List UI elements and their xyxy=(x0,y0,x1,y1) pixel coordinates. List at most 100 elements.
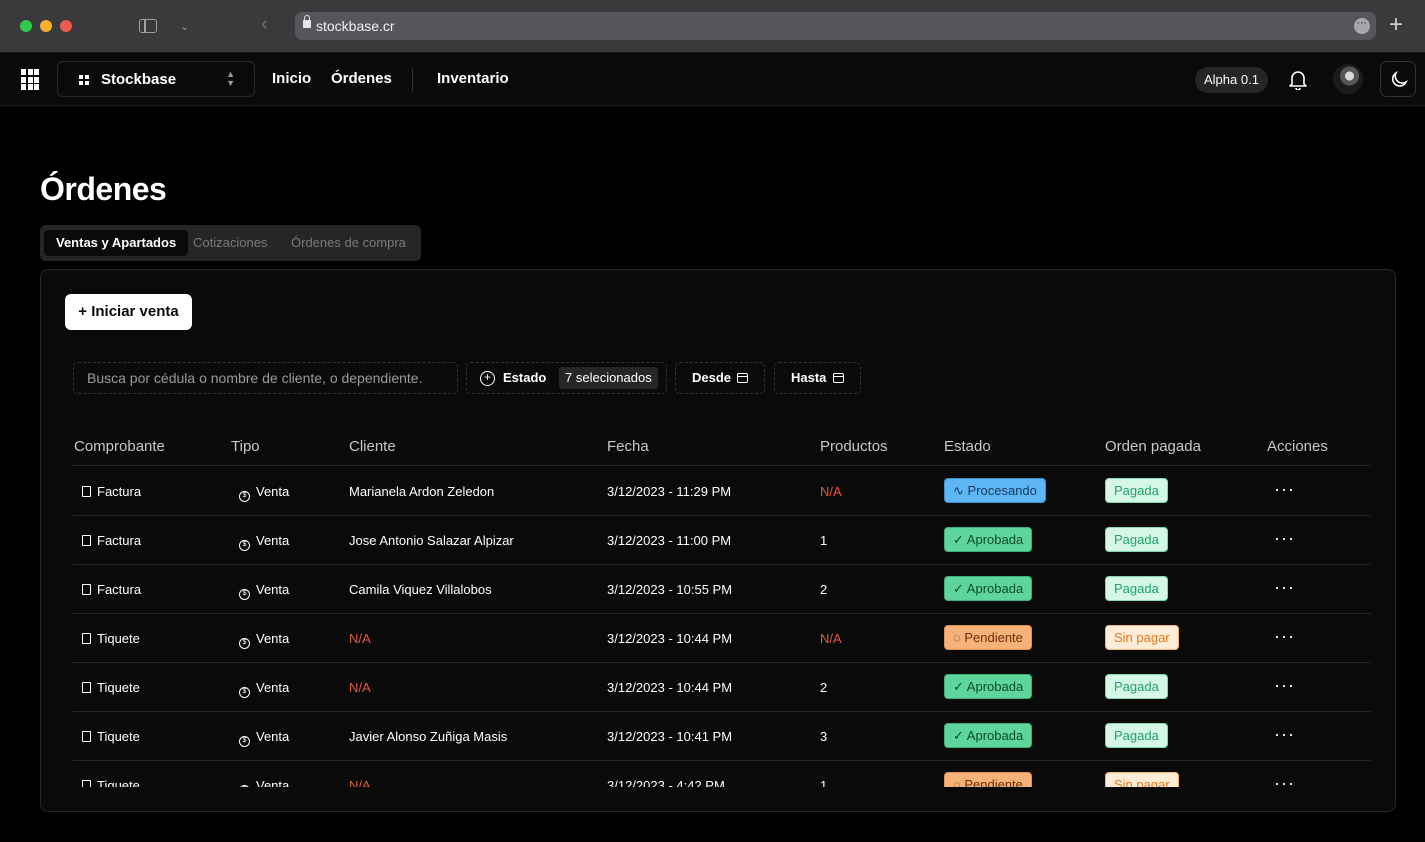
fecha-cell: 3/12/2023 - 10:55 PM xyxy=(607,582,733,597)
comprobante-cell: Tiquete xyxy=(82,680,140,695)
payment-badge: Sin pagar xyxy=(1105,625,1179,650)
estado-text: Aprobada xyxy=(966,728,1024,743)
payment-badge: Sin pagar xyxy=(1105,772,1179,787)
cliente-cell: Jose Antonio Salazar Alpizar xyxy=(349,533,514,548)
nav-link-inicio[interactable]: Inicio xyxy=(272,70,311,87)
workspace-switcher[interactable]: Stockbase ▲ ▼ xyxy=(57,61,255,97)
version-badge: Alpha 0.1 xyxy=(1195,67,1268,93)
productos-cell: 2 xyxy=(820,582,828,597)
moon-icon xyxy=(1391,70,1408,87)
fecha-cell: 3/12/2023 - 10:44 PM xyxy=(607,680,733,695)
row-actions-icon[interactable]: ··· xyxy=(1274,725,1295,743)
bell-icon[interactable] xyxy=(1289,70,1307,90)
more-options-icon[interactable]: ··· xyxy=(1354,18,1370,34)
row-actions-icon[interactable]: ··· xyxy=(1274,480,1295,498)
estado-badge: ∿ Procesando xyxy=(944,478,1046,503)
back-arrow-icon[interactable]: ‹ xyxy=(261,14,268,34)
tipo-text: Venta xyxy=(256,729,290,744)
document-icon xyxy=(82,731,91,742)
table-row[interactable]: Factura $ Venta Jose Antonio Salazar Alpiza… xyxy=(73,516,1371,565)
new-tab-icon[interactable]: + xyxy=(1389,12,1403,38)
estado-badge: ◌ Pendiente xyxy=(944,625,1032,650)
estado-text: Aprobada xyxy=(966,581,1024,596)
tab-ordenes-compra[interactable]: Órdenes de compra xyxy=(279,230,418,256)
start-sale-button[interactable]: + Iniciar venta xyxy=(65,294,192,330)
estado-text: Procesando xyxy=(967,483,1037,498)
col-acciones[interactable]: Acciones xyxy=(1267,438,1328,455)
document-icon xyxy=(82,486,91,497)
window-close-button[interactable] xyxy=(20,20,32,32)
hasta-filter[interactable]: Hasta xyxy=(774,362,861,394)
fecha-cell: 3/12/2023 - 11:00 PM xyxy=(607,533,732,548)
payment-badge: Pagada xyxy=(1105,478,1168,503)
estado-badge: ✓ Aprobada xyxy=(944,674,1033,699)
nav-link-inventario[interactable]: Inventario xyxy=(437,70,509,87)
theme-toggle-button[interactable] xyxy=(1380,61,1416,97)
fecha-cell: 3/12/2023 - 4:42 PM xyxy=(607,778,725,787)
col-productos[interactable]: Productos xyxy=(820,438,888,455)
order-tabs: Ventas y Apartados Cotizaciones Órdenes … xyxy=(40,225,421,261)
row-actions-icon[interactable]: ··· xyxy=(1274,676,1295,694)
table-row[interactable]: Tiquete $ Venta N/A 3/12/2023 - 10:44 PM N/A ◌… xyxy=(73,614,1371,663)
user-avatar[interactable] xyxy=(1333,64,1363,94)
tipo-cell: $ Venta xyxy=(239,484,289,502)
comprobante-text: Tiquete xyxy=(97,680,140,695)
cliente-cell: N/A xyxy=(349,680,371,695)
coin-icon: $ xyxy=(239,736,250,747)
comprobante-text: Tiquete xyxy=(97,729,140,744)
table-row[interactable]: Tiquete $ Venta Javier Alonso Zuñiga Masis 3… xyxy=(73,712,1371,761)
table-header: Comprobante Tipo Cliente Fecha Productos… xyxy=(73,426,1371,466)
estado-text: Pendiente xyxy=(964,777,1023,787)
col-orden-pagada[interactable]: Orden pagada xyxy=(1105,438,1201,455)
table-row[interactable]: Factura $ Venta Marianela Ardon Zeledon 3/12… xyxy=(73,467,1371,516)
comprobante-cell: Factura xyxy=(82,582,141,597)
tipo-text: Venta xyxy=(256,582,290,597)
table-row[interactable]: Tiquete $ Venta N/A 3/12/2023 - 10:44 PM 2 ✓ A… xyxy=(73,663,1371,712)
col-estado[interactable]: Estado xyxy=(944,438,991,455)
window-zoom-button[interactable] xyxy=(60,20,72,32)
table-row[interactable]: Tiquete $ Venta N/A 3/12/2023 - 4:42 PM 1 ◌ Pe… xyxy=(73,761,1371,787)
browser-toolbar: ⌄ ‹ stockbase.cr ··· + xyxy=(0,0,1425,53)
lock-icon xyxy=(303,15,311,28)
fecha-cell: 3/12/2023 - 11:29 PM xyxy=(607,484,732,499)
window-minimize-button[interactable] xyxy=(40,20,52,32)
col-tipo[interactable]: Tipo xyxy=(231,438,260,455)
col-fecha[interactable]: Fecha xyxy=(607,438,649,455)
table-row[interactable]: Factura $ Venta Camila Viquez Villalobos 3/1… xyxy=(73,565,1371,614)
comprobante-cell: Tiquete xyxy=(82,778,140,787)
workspace-icon xyxy=(79,75,89,85)
desde-filter[interactable]: Desde xyxy=(675,362,765,394)
estado-filter[interactable]: + Estado 7 selecionados xyxy=(466,362,667,394)
nav-link-ordenes[interactable]: Órdenes xyxy=(331,70,392,87)
status-icon: ✓ xyxy=(953,581,967,596)
tab-ventas-apartados[interactable]: Ventas y Apartados xyxy=(44,230,189,256)
estado-badge: ✓ Aprobada xyxy=(944,576,1033,601)
tipo-cell: $ Venta xyxy=(239,631,289,649)
estado-text: Aprobada xyxy=(966,532,1024,547)
cliente-cell: Camila Viquez Villalobos xyxy=(349,582,492,597)
comprobante-text: Tiquete xyxy=(97,778,140,787)
tab-cotizaciones[interactable]: Cotizaciones xyxy=(181,230,279,256)
row-actions-icon[interactable]: ··· xyxy=(1274,529,1295,547)
col-cliente[interactable]: Cliente xyxy=(349,438,396,455)
status-icon: ✓ xyxy=(953,679,967,694)
tipo-text: Venta xyxy=(256,680,290,695)
coin-icon: $ xyxy=(239,785,250,787)
chevron-down-icon[interactable]: ⌄ xyxy=(180,17,189,37)
productos-cell: 2 xyxy=(820,680,828,695)
productos-cell: 3 xyxy=(820,729,828,744)
document-icon xyxy=(82,535,91,546)
col-comprobante[interactable]: Comprobante xyxy=(74,438,165,455)
address-bar[interactable]: stockbase.cr ··· xyxy=(295,12,1376,40)
payment-badge: Pagada xyxy=(1105,723,1168,748)
row-actions-icon[interactable]: ··· xyxy=(1274,774,1295,787)
search-input[interactable]: Busca por cédula o nombre de cliente, o … xyxy=(73,362,458,394)
tipo-text: Venta xyxy=(256,631,290,646)
calendar-icon xyxy=(833,373,844,383)
apps-grid-icon[interactable] xyxy=(21,69,39,90)
sidebar-toggle-icon[interactable] xyxy=(139,19,157,33)
row-actions-icon[interactable]: ··· xyxy=(1274,578,1295,596)
row-actions-icon[interactable]: ··· xyxy=(1274,627,1295,645)
app-navbar: Stockbase ▲ ▼ Inicio Órdenes Inventario A… xyxy=(0,53,1425,106)
estado-badge: ✓ Aprobada xyxy=(944,723,1033,748)
